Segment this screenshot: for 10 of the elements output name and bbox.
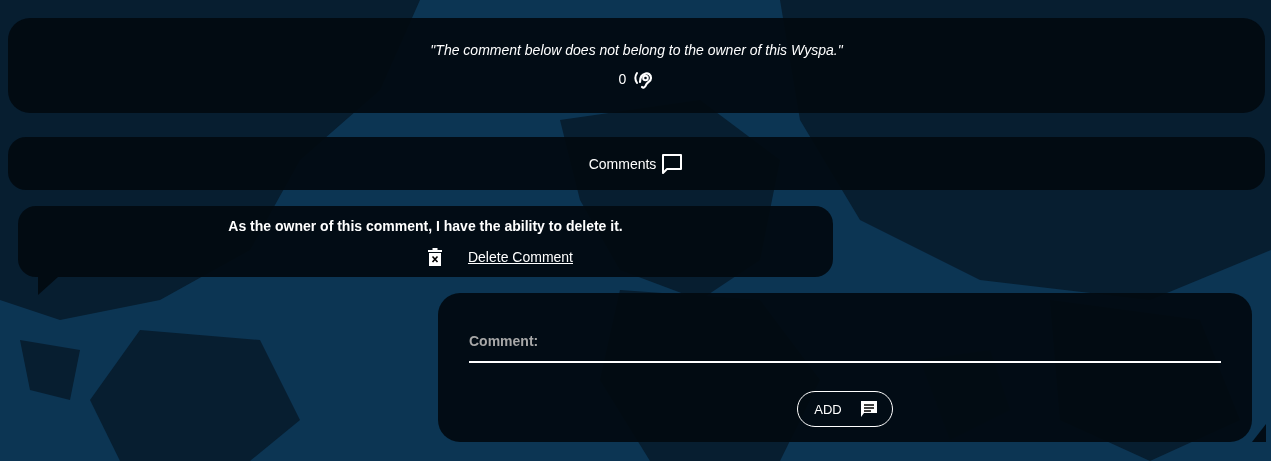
listen-count: 0 bbox=[618, 70, 627, 87]
comments-label: Comments bbox=[588, 155, 657, 172]
bubble-tail bbox=[1252, 424, 1266, 442]
comment-icon bbox=[660, 151, 685, 176]
delete-comment-link[interactable]: Delete Comment bbox=[467, 249, 573, 265]
comment-text: As the owner of this comment, I have the ability to delete it. bbox=[228, 218, 623, 234]
trash-icon[interactable] bbox=[427, 248, 442, 266]
quote-text: "The comment below does not belong to the owner of this Wyspa." bbox=[430, 41, 843, 58]
comment-input-field[interactable]: Comment: bbox=[469, 329, 1221, 363]
message-icon bbox=[859, 400, 878, 418]
